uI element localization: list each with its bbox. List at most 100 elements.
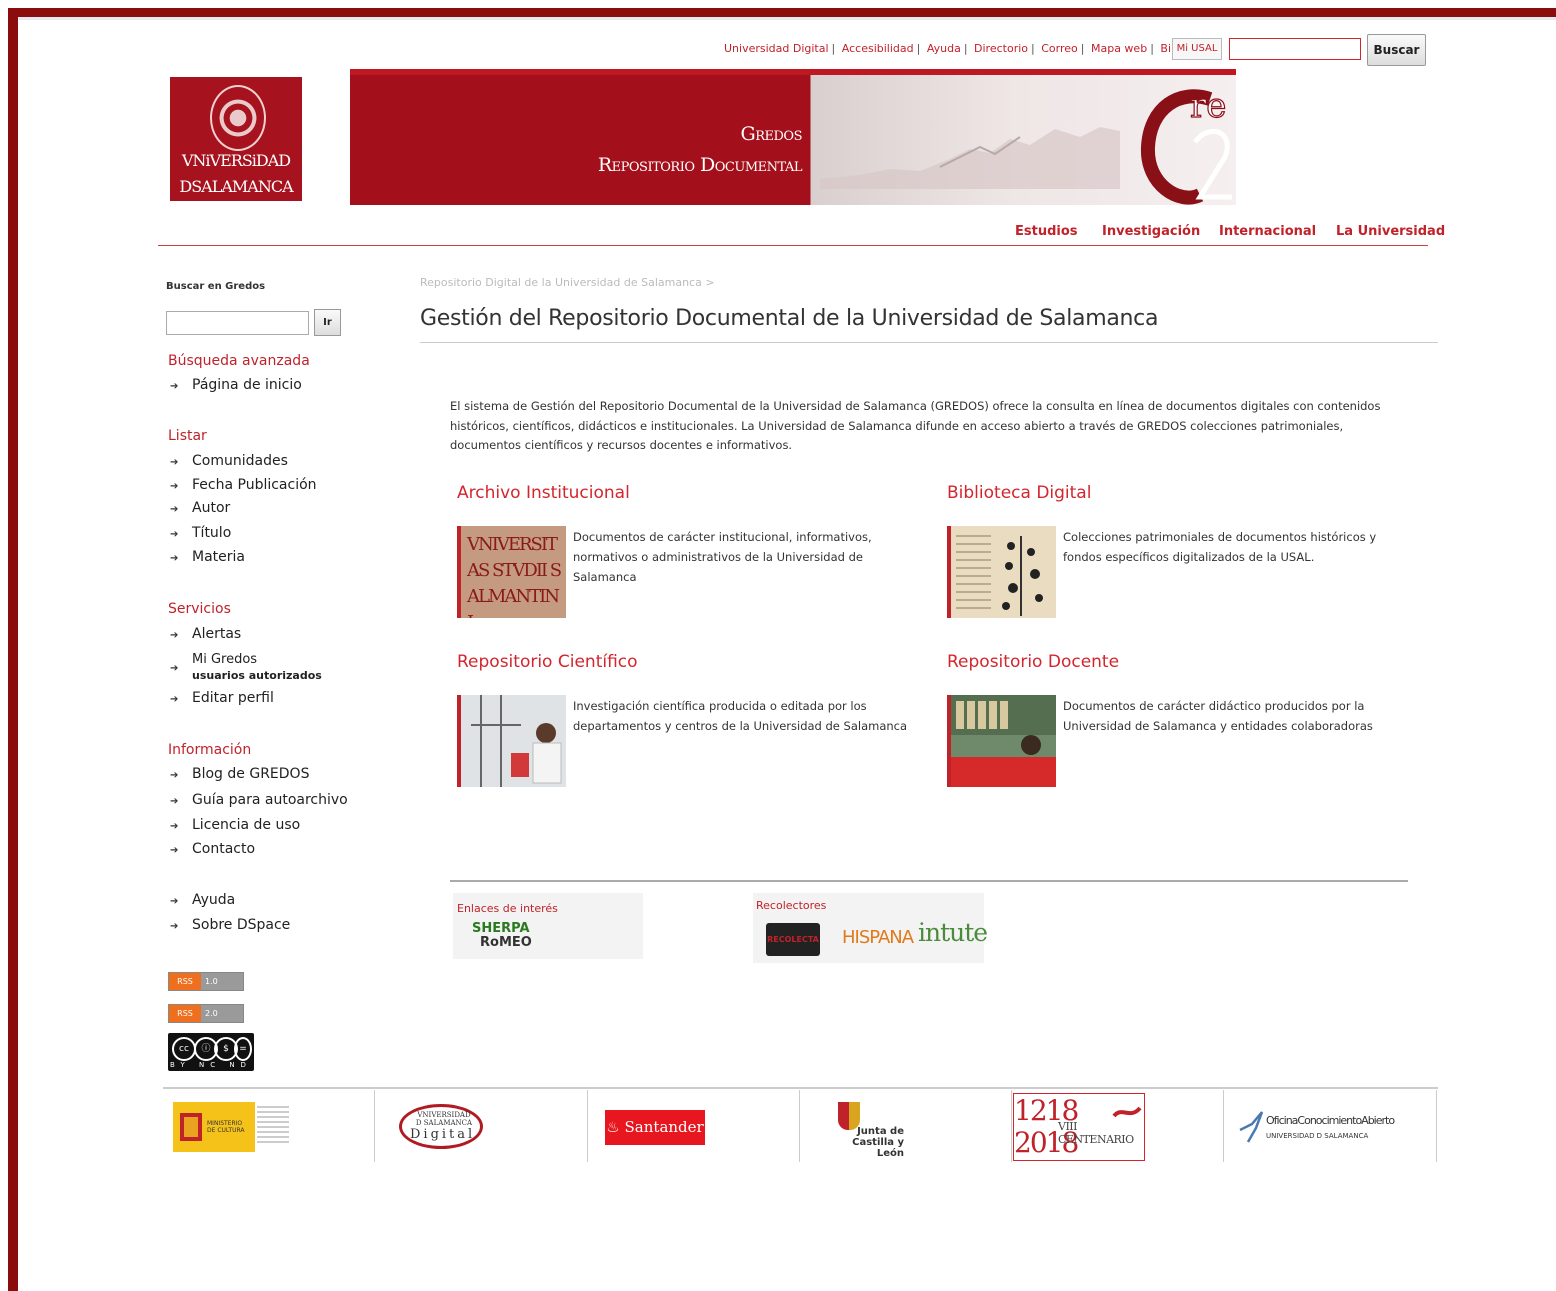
cc-terms: BY NC ND (170, 1061, 252, 1069)
sidebar-item-licencia[interactable]: ➔ Licencia de uso (170, 817, 300, 833)
arrow-icon: ➔ (170, 770, 179, 781)
buscar-button[interactable]: Buscar (1367, 34, 1426, 66)
junta-text: Junta de Castilla y León (834, 1126, 904, 1159)
sidebar-item-materia[interactable]: ➔ Materia (170, 549, 245, 565)
breadcrumb[interactable]: Repositorio Digital de la Universidad de… (420, 276, 715, 289)
sidebar-heading-informacion: Información (168, 742, 252, 758)
sidebar-item-comunidades[interactable]: ➔ Comunidades (170, 453, 288, 469)
advanced-search-link[interactable]: Búsqueda avanzada (168, 353, 310, 369)
logo-line-1: VNiVERSiDAD (181, 151, 291, 170)
section-title-biblioteca[interactable]: Biblioteca Digital (947, 483, 1091, 503)
footer-divider (163, 1087, 1438, 1089)
recolecta-logo[interactable]: RECOLECTA (766, 923, 820, 956)
sidebar-item-autor[interactable]: ➔ Autor (170, 500, 230, 516)
window-frame-left (8, 8, 18, 1291)
arrow-icon: ➔ (170, 457, 179, 468)
sidebar-item-contacto[interactable]: ➔ Contacto (170, 841, 255, 857)
gredos-banner[interactable]: Gredos Repositorio Documental re 2 (350, 69, 1236, 205)
arrow-icon: ➔ (170, 663, 179, 674)
sidebar-item-guia[interactable]: ➔ Guía para autoarchivo (170, 792, 348, 808)
top-search-input[interactable] (1229, 38, 1361, 60)
arrow-icon: ➔ (170, 845, 179, 856)
sherpa-romeo-logo[interactable]: SHERPA RoMEO (472, 922, 532, 950)
title-divider (420, 342, 1438, 343)
arrow-icon: ➔ (170, 553, 179, 564)
usal-logo[interactable]: VNiVERSiDAD DSALAMANCA (170, 77, 302, 201)
rss-2-badge[interactable]: RSS 2.0 (168, 1004, 244, 1023)
sidebar-item-label: Comunidades (192, 453, 288, 469)
content-divider (450, 880, 1408, 882)
cc-icon: cc (172, 1037, 196, 1061)
sidebar-item-label: Licencia de uso (192, 817, 301, 833)
section-title-cientifico[interactable]: Repositorio Científico (457, 652, 638, 672)
laboratory-icon (471, 695, 562, 787)
link-ayuda[interactable]: Ayuda (927, 42, 961, 55)
sherpa-text: SHERPA (472, 921, 530, 936)
ministerio-cultura-logo[interactable]: MINISTERIO DE CULTURA (173, 1102, 289, 1152)
sidebar-item-label: Contacto (192, 841, 256, 857)
hispana-logo[interactable]: HISPANA (842, 927, 914, 948)
sidebar-item-ayuda[interactable]: ➔ Ayuda (170, 892, 235, 908)
footer-column-divider (374, 1090, 375, 1162)
archivo-thumbnail[interactable]: VNIVERSITAS STVDII SALMANTINI (457, 526, 566, 618)
banner-title: Gredos Repositorio Documental (598, 119, 803, 181)
viii-centenario-logo[interactable]: 1218 2018 VIII CENTENARIO (1013, 1093, 1145, 1161)
sidebar-item-blog[interactable]: ➔ Blog de GREDOS (170, 766, 309, 782)
arrow-icon: ➔ (170, 694, 179, 705)
sidebar-item-label: Sobre DSpace (192, 917, 291, 933)
sidebar-item-mi-gredos[interactable]: ➔ Mi Gredos (170, 652, 258, 674)
sidebar-item-label: Mi Gredos (192, 652, 258, 667)
sidebar-item-label: Autor (192, 500, 231, 516)
link-directorio[interactable]: Directorio (974, 42, 1028, 55)
link-correo[interactable]: Correo (1041, 42, 1078, 55)
library-icon (951, 695, 1056, 787)
sidebar-item-home[interactable]: ➔ Página de inicio (170, 377, 302, 393)
nav-internacional[interactable]: Internacional (1219, 224, 1316, 239)
link-accesibilidad[interactable]: Accesibilidad (842, 42, 914, 55)
arrow-icon: ➔ (170, 821, 179, 832)
link-mapa-web[interactable]: Mapa web (1091, 42, 1147, 55)
window-frame-inner (18, 17, 1556, 20)
section-desc-archivo: Documentos de carácter institucional, in… (573, 530, 872, 584)
sidebar-item-label: Alertas (192, 626, 242, 642)
banner-band (350, 69, 1236, 75)
nav-investigacion[interactable]: Investigación (1102, 224, 1200, 239)
footer-column-divider (799, 1090, 800, 1162)
sidebar-heading-servicios: Servicios (168, 601, 231, 617)
intute-logo[interactable]: intute (918, 918, 988, 947)
nav-la-universidad[interactable]: La Universidad (1336, 224, 1445, 239)
sidebar-item-label: Blog de GREDOS (192, 766, 310, 782)
mi-usal-button[interactable]: Mi USAL (1172, 38, 1222, 60)
biblioteca-thumbnail[interactable] (947, 526, 1056, 618)
santander-logo[interactable]: ♨ Santander (605, 1110, 705, 1145)
nav-estudios[interactable]: Estudios (1015, 224, 1078, 239)
sidebar-search-button[interactable]: Ir (314, 309, 341, 336)
section-title-docente[interactable]: Repositorio Docente (947, 652, 1119, 672)
creative-commons-badge[interactable]: cc ⓘ $ = BY NC ND (168, 1033, 254, 1071)
sidebar-heading-listar: Listar (168, 428, 207, 444)
junta-castilla-leon-logo[interactable]: Junta de Castilla y León (834, 1100, 904, 1159)
sidebar-item-fecha[interactable]: ➔ Fecha Publicación (170, 477, 317, 493)
footer-column-divider (1436, 1090, 1437, 1162)
sidebar-item-label: Fecha Publicación (192, 477, 317, 493)
sidebar-item-sobre-dspace[interactable]: ➔ Sobre DSpace (170, 917, 290, 933)
usal-digital-logo[interactable]: VNIVERSIDAD D SALAMANCA Digital (399, 1104, 483, 1149)
sidebar-item-alertas[interactable]: ➔ Alertas (170, 626, 241, 642)
ud-bottom-text: Digital (410, 1127, 476, 1142)
banner-mark-text: re 2 (1190, 86, 1236, 126)
sidebar-search-label: Buscar en Gredos (166, 281, 266, 292)
link-universidad-digital[interactable]: Universidad Digital (724, 42, 829, 55)
rss-version: 2.0 (205, 1009, 218, 1018)
section-title-archivo[interactable]: Archivo Institucional (457, 483, 630, 503)
sidebar-item-titulo[interactable]: ➔ Título (170, 525, 231, 541)
ocu-line-2: UNIVERSIDAD D SALAMANCA (1266, 1132, 1369, 1140)
arrow-icon: ➔ (170, 504, 179, 515)
docente-thumbnail[interactable] (947, 695, 1056, 787)
cientifico-thumbnail[interactable] (457, 695, 566, 787)
sidebar-item-label: Editar perfil (192, 690, 274, 706)
sidebar-item-editar-perfil[interactable]: ➔ Editar perfil (170, 690, 274, 706)
map-silhouette-icon (820, 127, 1120, 189)
rss-1-badge[interactable]: RSS 1.0 (168, 972, 244, 991)
oficina-conocimiento-abierto-logo[interactable]: OficinaConocimientoAbierto UNIVERSIDAD D… (1238, 1108, 1398, 1148)
sidebar-search-input[interactable] (166, 311, 309, 335)
